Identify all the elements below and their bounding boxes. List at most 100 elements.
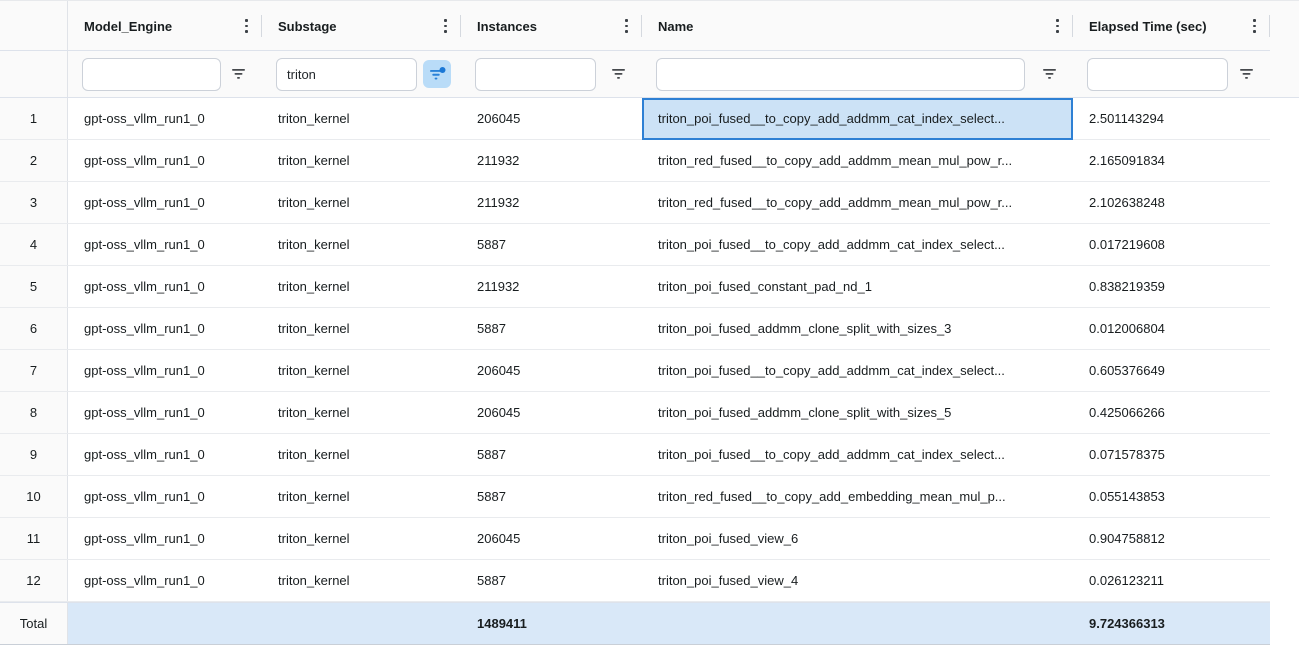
cell-elapsed-time[interactable]: 0.425066266 bbox=[1073, 392, 1270, 433]
filter-cell-elapsed-time bbox=[1073, 51, 1270, 97]
cell-model-engine[interactable]: gpt-oss_vllm_run1_0 bbox=[68, 392, 262, 433]
column-header-elapsed-time[interactable]: Elapsed Time (sec) bbox=[1073, 1, 1270, 51]
cell-model-engine[interactable]: gpt-oss_vllm_run1_0 bbox=[68, 434, 262, 475]
cell-name[interactable]: triton_red_fused__to_copy_add_addmm_mean… bbox=[642, 182, 1073, 223]
row-number: 10 bbox=[0, 476, 68, 517]
cell-name[interactable]: triton_poi_fused_addmm_clone_split_with_… bbox=[642, 392, 1073, 433]
cell-instances[interactable]: 5887 bbox=[461, 308, 642, 349]
column-menu-icon[interactable] bbox=[1054, 13, 1061, 38]
cell-elapsed-time[interactable]: 0.012006804 bbox=[1073, 308, 1270, 349]
column-header-model-engine[interactable]: Model_Engine bbox=[68, 1, 262, 51]
table-row: 5 gpt-oss_vllm_run1_0 triton_kernel 2119… bbox=[0, 266, 1270, 308]
cell-model-engine[interactable]: gpt-oss_vllm_run1_0 bbox=[68, 98, 262, 139]
cell-name[interactable]: triton_poi_fused_view_6 bbox=[642, 518, 1073, 559]
column-header-instances[interactable]: Instances bbox=[461, 1, 642, 51]
column-menu-icon[interactable] bbox=[623, 13, 630, 38]
cell-substage[interactable]: triton_kernel bbox=[262, 224, 461, 265]
total-label: Total bbox=[0, 603, 68, 644]
name-filter-icon[interactable] bbox=[1035, 60, 1063, 88]
cell-name[interactable]: triton_red_fused__to_copy_add_addmm_mean… bbox=[642, 140, 1073, 181]
cell-substage[interactable]: triton_kernel bbox=[262, 308, 461, 349]
cell-name[interactable]: triton_poi_fused_addmm_clone_split_with_… bbox=[642, 308, 1073, 349]
cell-substage[interactable]: triton_kernel bbox=[262, 140, 461, 181]
cell-name[interactable]: triton_poi_fused__to_copy_add_addmm_cat_… bbox=[642, 224, 1073, 265]
table-row: 1 gpt-oss_vllm_run1_0 triton_kernel 2060… bbox=[0, 98, 1270, 140]
cell-elapsed-time[interactable]: 0.838219359 bbox=[1073, 266, 1270, 307]
cell-substage[interactable]: triton_kernel bbox=[262, 182, 461, 223]
cell-elapsed-time[interactable]: 2.501143294 bbox=[1073, 98, 1270, 139]
column-resize-handle[interactable] bbox=[1269, 15, 1270, 37]
table-row: 6 gpt-oss_vllm_run1_0 triton_kernel 5887… bbox=[0, 308, 1270, 350]
cell-instances[interactable]: 5887 bbox=[461, 476, 642, 517]
header-divider bbox=[0, 50, 1270, 51]
cell-elapsed-time[interactable]: 2.102638248 bbox=[1073, 182, 1270, 223]
cell-model-engine[interactable]: gpt-oss_vllm_run1_0 bbox=[68, 350, 262, 391]
cell-elapsed-time[interactable]: 0.071578375 bbox=[1073, 434, 1270, 475]
cell-substage[interactable]: triton_kernel bbox=[262, 266, 461, 307]
cell-instances[interactable]: 206045 bbox=[461, 98, 642, 139]
cell-name[interactable]: triton_poi_fused__to_copy_add_addmm_cat_… bbox=[642, 350, 1073, 391]
column-label: Name bbox=[658, 19, 693, 34]
cell-name[interactable]: triton_poi_fused__to_copy_add_addmm_cat_… bbox=[642, 434, 1073, 475]
cell-model-engine[interactable]: gpt-oss_vllm_run1_0 bbox=[68, 518, 262, 559]
instances-filter-input[interactable] bbox=[475, 58, 596, 91]
cell-instances[interactable]: 5887 bbox=[461, 560, 642, 601]
cell-substage[interactable]: triton_kernel bbox=[262, 392, 461, 433]
cell-model-engine[interactable]: gpt-oss_vllm_run1_0 bbox=[68, 476, 262, 517]
name-filter-input[interactable] bbox=[656, 58, 1025, 91]
row-number: 3 bbox=[0, 182, 68, 223]
total-elapsed-time: 9.724366313 bbox=[1073, 603, 1270, 644]
model-engine-filter-icon[interactable] bbox=[224, 60, 252, 88]
column-header-substage[interactable]: Substage bbox=[262, 1, 461, 51]
table-row: 11 gpt-oss_vllm_run1_0 triton_kernel 206… bbox=[0, 518, 1270, 560]
cell-instances[interactable]: 5887 bbox=[461, 224, 642, 265]
cell-instances[interactable]: 211932 bbox=[461, 140, 642, 181]
cell-name[interactable]: triton_red_fused__to_copy_add_embedding_… bbox=[642, 476, 1073, 517]
cell-elapsed-time[interactable]: 0.026123211 bbox=[1073, 560, 1270, 601]
cell-substage[interactable]: triton_kernel bbox=[262, 434, 461, 475]
column-label: Substage bbox=[278, 19, 337, 34]
cell-name[interactable]: triton_poi_fused_constant_pad_nd_1 bbox=[642, 266, 1073, 307]
elapsed-time-filter-icon[interactable] bbox=[1232, 60, 1260, 88]
instances-filter-icon[interactable] bbox=[604, 60, 632, 88]
column-header-name[interactable]: Name bbox=[642, 1, 1073, 51]
cell-substage[interactable]: triton_kernel bbox=[262, 518, 461, 559]
row-number-filter-cell bbox=[0, 51, 68, 97]
column-menu-icon[interactable] bbox=[1251, 13, 1258, 38]
cell-substage[interactable]: triton_kernel bbox=[262, 98, 461, 139]
substage-filter-active-icon[interactable] bbox=[423, 60, 451, 88]
model-engine-filter-input[interactable] bbox=[82, 58, 221, 91]
total-substage bbox=[262, 603, 461, 644]
column-header-row: Model_Engine Substage Instances Name Ela… bbox=[0, 0, 1299, 51]
cell-elapsed-time[interactable]: 0.055143853 bbox=[1073, 476, 1270, 517]
cell-instances[interactable]: 5887 bbox=[461, 434, 642, 475]
elapsed-time-filter-input[interactable] bbox=[1087, 58, 1228, 91]
cell-elapsed-time[interactable]: 0.605376649 bbox=[1073, 350, 1270, 391]
cell-model-engine[interactable]: gpt-oss_vllm_run1_0 bbox=[68, 224, 262, 265]
cell-instances[interactable]: 211932 bbox=[461, 182, 642, 223]
cell-model-engine[interactable]: gpt-oss_vllm_run1_0 bbox=[68, 182, 262, 223]
column-label: Model_Engine bbox=[84, 19, 172, 34]
cell-model-engine[interactable]: gpt-oss_vllm_run1_0 bbox=[68, 308, 262, 349]
cell-elapsed-time[interactable]: 2.165091834 bbox=[1073, 140, 1270, 181]
cell-elapsed-time[interactable]: 0.017219608 bbox=[1073, 224, 1270, 265]
cell-instances[interactable]: 206045 bbox=[461, 518, 642, 559]
cell-instances[interactable]: 211932 bbox=[461, 266, 642, 307]
cell-name-selected[interactable]: triton_poi_fused__to_copy_add_addmm_cat_… bbox=[642, 98, 1073, 140]
cell-instances[interactable]: 206045 bbox=[461, 392, 642, 433]
cell-substage[interactable]: triton_kernel bbox=[262, 476, 461, 517]
cell-elapsed-time[interactable]: 0.904758812 bbox=[1073, 518, 1270, 559]
cell-substage[interactable]: triton_kernel bbox=[262, 560, 461, 601]
table-row: 2 gpt-oss_vllm_run1_0 triton_kernel 2119… bbox=[0, 140, 1270, 182]
cell-substage[interactable]: triton_kernel bbox=[262, 350, 461, 391]
substage-filter-input[interactable] bbox=[276, 58, 417, 91]
cell-model-engine[interactable]: gpt-oss_vllm_run1_0 bbox=[68, 266, 262, 307]
column-menu-icon[interactable] bbox=[243, 13, 250, 38]
table-row: 9 gpt-oss_vllm_run1_0 triton_kernel 5887… bbox=[0, 434, 1270, 476]
cell-instances[interactable]: 206045 bbox=[461, 350, 642, 391]
total-name bbox=[642, 603, 1073, 644]
cell-model-engine[interactable]: gpt-oss_vllm_run1_0 bbox=[68, 140, 262, 181]
cell-model-engine[interactable]: gpt-oss_vllm_run1_0 bbox=[68, 560, 262, 601]
column-menu-icon[interactable] bbox=[442, 13, 449, 38]
cell-name[interactable]: triton_poi_fused_view_4 bbox=[642, 560, 1073, 601]
